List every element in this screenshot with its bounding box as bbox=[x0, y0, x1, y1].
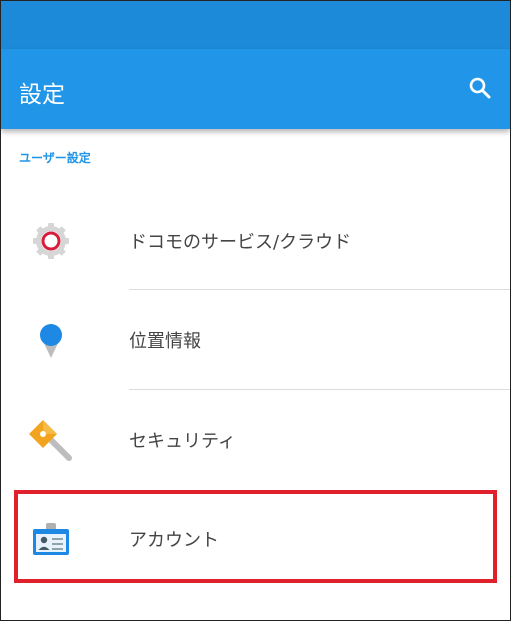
app-bar: 設定 bbox=[1, 49, 510, 129]
settings-item-security[interactable]: セキュリティ bbox=[1, 390, 510, 488]
settings-item-label: セキュリティ bbox=[129, 431, 236, 452]
settings-screen: 設定 ユーザー設定 ドコモのサービス/クラウド 位置情報 セキュリティ アカウン… bbox=[0, 0, 511, 621]
settings-item-docomo-cloud[interactable]: ドコモのサービス/クラウド bbox=[1, 191, 510, 289]
key-icon bbox=[29, 420, 72, 461]
status-bar bbox=[1, 1, 510, 49]
search-icon bbox=[469, 77, 491, 99]
section-header-user-settings: ユーザー設定 bbox=[19, 151, 91, 165]
page-title: 設定 bbox=[19, 82, 65, 108]
location-pin-icon bbox=[31, 320, 71, 360]
search-button[interactable] bbox=[466, 74, 494, 102]
highlight-box bbox=[14, 490, 497, 583]
settings-item-label: 位置情報 bbox=[129, 331, 201, 352]
docomo-gear-icon bbox=[31, 221, 71, 261]
settings-item-location[interactable]: 位置情報 bbox=[1, 290, 510, 388]
settings-item-label: ドコモのサービス/クラウド bbox=[129, 232, 352, 253]
